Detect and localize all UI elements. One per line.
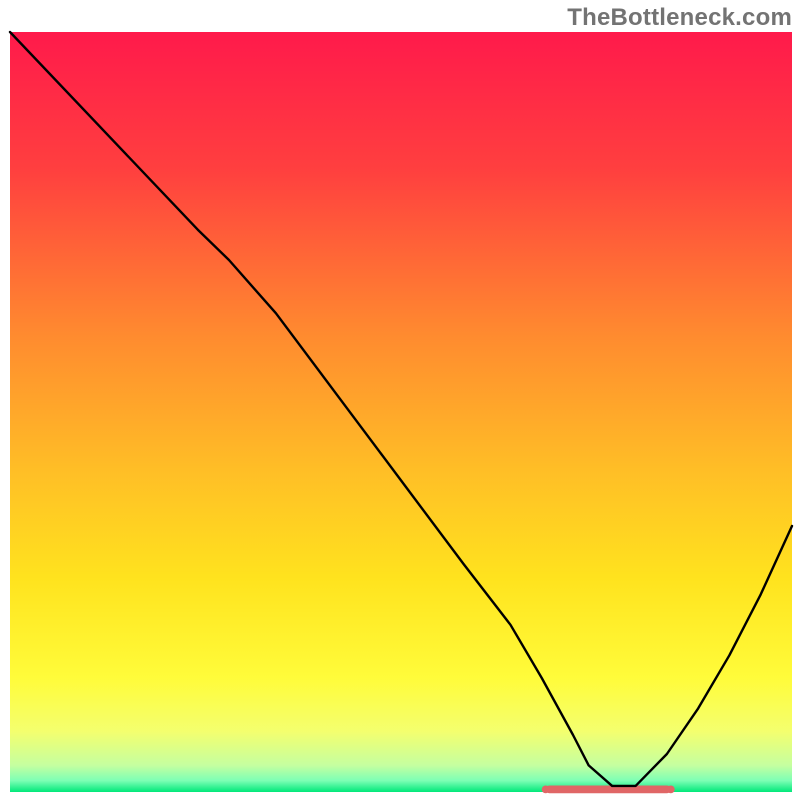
- chart-svg: [0, 0, 800, 800]
- chart-canvas: TheBottleneck.com: [0, 0, 800, 800]
- optimal-range-bar: [546, 785, 671, 793]
- optimal-range-cap-left: [542, 785, 550, 793]
- marker-layer: [542, 785, 675, 793]
- optimal-range-cap-right: [667, 785, 675, 793]
- plot-background: [10, 32, 792, 792]
